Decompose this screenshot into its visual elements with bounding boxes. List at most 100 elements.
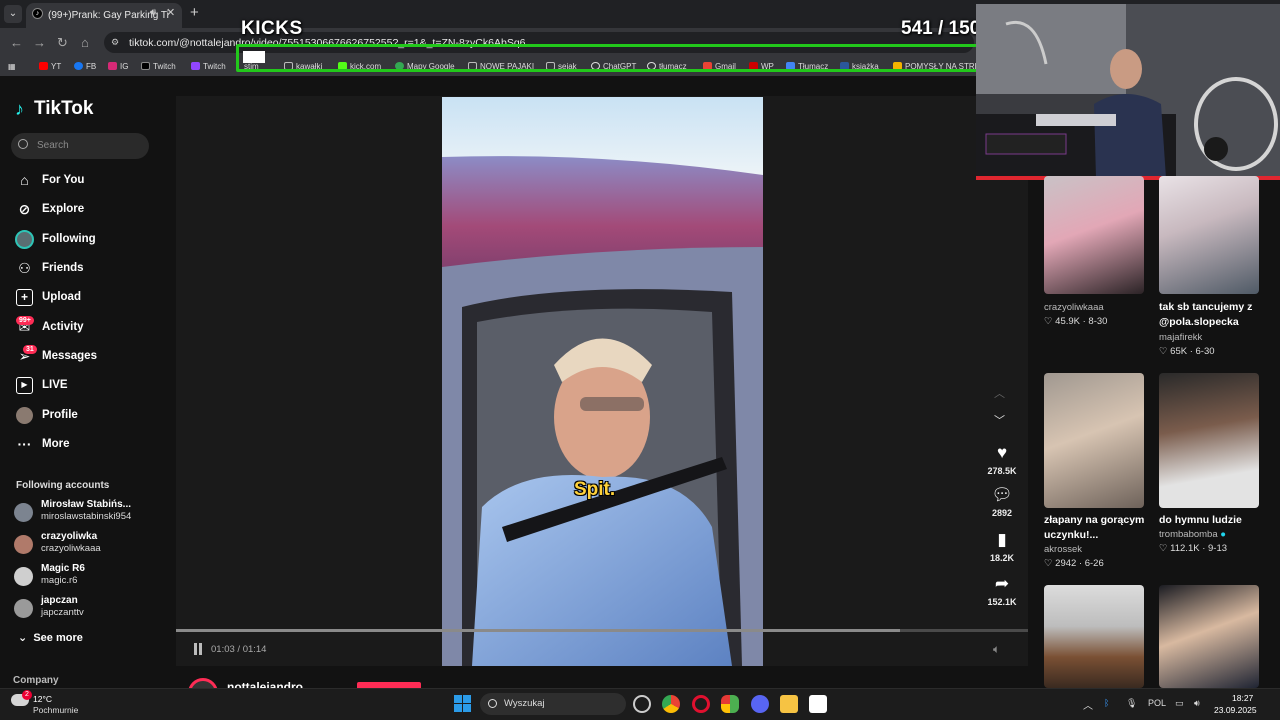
search-input[interactable]: Search bbox=[11, 133, 149, 159]
card-stats: ♡ 112.1K · 9-13 bbox=[1159, 543, 1228, 554]
bluetooth-icon[interactable]: ᛒ bbox=[1104, 698, 1109, 708]
youtube-icon bbox=[39, 62, 48, 70]
opera-icon[interactable] bbox=[692, 695, 710, 713]
nav-messages[interactable]: ➢ 31 Messages bbox=[14, 345, 164, 368]
live-icon: ▶ bbox=[16, 377, 33, 394]
speaker-icon[interactable]: 🔊︎ bbox=[1194, 698, 1200, 709]
stream-overlay-frame bbox=[236, 44, 1018, 72]
like-button[interactable]: ♥ 278.5K bbox=[982, 443, 1022, 476]
avatar bbox=[14, 567, 33, 586]
nav-explore[interactable]: ⊘ Explore bbox=[14, 199, 164, 221]
pause-icon[interactable] bbox=[192, 643, 204, 655]
heart-icon: ♥ bbox=[996, 443, 1008, 462]
card-author[interactable]: trombabomba ● bbox=[1159, 529, 1226, 540]
volume-icon[interactable]: 🔈︎ bbox=[993, 642, 1000, 657]
webcam-overlay bbox=[976, 4, 1280, 178]
nav-more[interactable]: ··· More bbox=[14, 434, 164, 456]
site-info-icon[interactable]: ⚙ bbox=[111, 37, 119, 48]
discord-icon[interactable] bbox=[751, 695, 769, 713]
windows-start-icon[interactable] bbox=[454, 695, 472, 713]
following-account[interactable]: Mirosław Stabińs... miroslawstabinski954 bbox=[14, 499, 164, 529]
chevron-up-icon[interactable]: ︿ bbox=[994, 385, 1005, 401]
card-stats: ♡ 2942 · 6-26 bbox=[1044, 558, 1104, 569]
share-button[interactable]: ➦ 152.1K bbox=[982, 574, 1022, 607]
video-thumbnail bbox=[1159, 176, 1259, 294]
chevron-down-icon[interactable]: ﹀ bbox=[994, 412, 1005, 428]
nav-profile[interactable]: Profile bbox=[14, 405, 164, 427]
bookmark-icon: ▮ bbox=[997, 530, 1007, 549]
close-icon[interactable]: ✕ bbox=[166, 6, 175, 19]
new-tab-button[interactable]: + bbox=[190, 4, 199, 21]
taskbar-clock-date[interactable]: 23.09.2025 bbox=[1214, 705, 1257, 715]
following-accounts-header: Following accounts bbox=[16, 480, 110, 491]
chevron-down-icon[interactable]: ⌄ bbox=[4, 5, 22, 23]
card-stats: ♡ 45.9K · 8-30 bbox=[1044, 316, 1108, 327]
app-icon[interactable] bbox=[809, 695, 827, 713]
chevron-down-icon: ⌄ bbox=[18, 632, 34, 644]
facebook-icon bbox=[74, 62, 83, 70]
language-indicator[interactable]: POL bbox=[1148, 698, 1166, 708]
apps-grid-icon[interactable]: ▦ bbox=[8, 62, 16, 71]
activity-badge: 99+ bbox=[16, 316, 34, 325]
bookmark-yt[interactable]: YT bbox=[39, 62, 61, 71]
upload-icon: + bbox=[16, 289, 33, 306]
card-stats: ♡ 65K · 6-30 bbox=[1159, 346, 1215, 357]
obs-icon[interactable] bbox=[633, 695, 651, 713]
avatar bbox=[14, 535, 33, 554]
search-icon bbox=[488, 699, 497, 708]
following-account[interactable]: japczan japczanttv bbox=[14, 595, 164, 625]
save-button[interactable]: ▮ 18.2K bbox=[982, 530, 1022, 563]
stream-overlay-block bbox=[243, 51, 265, 63]
chevron-up-icon[interactable]: ︿ bbox=[1083, 697, 1093, 712]
bookmark-ig[interactable]: IG bbox=[108, 62, 128, 71]
nav-upload[interactable]: + Upload bbox=[14, 287, 164, 309]
app-icon[interactable] bbox=[721, 695, 739, 713]
forward-icon[interactable]: → bbox=[33, 35, 46, 50]
taskbar-search-input[interactable]: Wyszukaj bbox=[480, 693, 626, 715]
back-icon[interactable]: ← bbox=[10, 35, 23, 50]
weather-temperature[interactable]: 12°C bbox=[33, 694, 52, 704]
speaker-icon[interactable]: 🔊︎ bbox=[150, 7, 156, 18]
webcam-image bbox=[976, 4, 1280, 178]
following-account[interactable]: Magic R6 magic.r6 bbox=[14, 563, 164, 593]
compass-icon: ⊘ bbox=[18, 201, 31, 217]
nav-friends[interactable]: ⚇ Friends bbox=[14, 258, 164, 280]
nav-live[interactable]: ▶ LIVE bbox=[14, 375, 164, 397]
nav-for-you[interactable]: ⌂ For You bbox=[14, 170, 164, 192]
video-frame[interactable] bbox=[442, 97, 763, 666]
network-icon[interactable]: ▭ bbox=[1175, 698, 1184, 709]
bookmark-twitch[interactable]: Twitch bbox=[191, 62, 226, 71]
home-icon: ⌂ bbox=[20, 172, 29, 188]
reload-icon[interactable]: ↻ bbox=[57, 35, 68, 51]
comment-button[interactable]: 💬︎ 2892 bbox=[982, 485, 1022, 518]
following-account[interactable]: crazyoliwka crazyoliwkaaa bbox=[14, 531, 164, 561]
company-link[interactable]: Company bbox=[13, 675, 59, 686]
bookmark-fb[interactable]: FB bbox=[74, 62, 96, 71]
nav-following[interactable]: Following bbox=[14, 229, 164, 251]
chrome-icon[interactable] bbox=[662, 695, 680, 713]
messages-badge: 31 bbox=[23, 345, 37, 354]
card-author[interactable]: crazyoliwkaaa bbox=[1044, 302, 1104, 313]
video-subtitle: Spit. bbox=[574, 479, 616, 500]
home-icon[interactable]: ⌂ bbox=[81, 35, 89, 50]
tiktok-logo[interactable]: TikTok bbox=[34, 98, 93, 120]
nav-activity[interactable]: ✉ 99+ Activity bbox=[14, 316, 164, 339]
microphone-icon[interactable]: 🎙︎ bbox=[1126, 698, 1137, 709]
bookmark-x[interactable]: Twitch bbox=[141, 62, 176, 71]
avatar-icon bbox=[15, 230, 34, 249]
taskbar-clock-time[interactable]: 18:27 bbox=[1232, 693, 1253, 703]
card-author[interactable]: majafirekk bbox=[1159, 332, 1202, 343]
verified-icon: ● bbox=[1220, 529, 1227, 540]
weather-description[interactable]: Pochmurnie bbox=[33, 705, 78, 715]
file-explorer-icon[interactable] bbox=[780, 695, 798, 713]
video-image bbox=[442, 97, 763, 666]
card-author[interactable]: akrossek bbox=[1044, 544, 1082, 555]
browser-tab[interactable]: (99+)Prank: Gay Parking Ti bbox=[26, 3, 182, 28]
video-thumbnail bbox=[1044, 176, 1144, 294]
video-progress-fill[interactable] bbox=[176, 629, 901, 632]
see-more-button[interactable]: ⌄ See more bbox=[18, 631, 83, 644]
tiktok-logo-icon: ♪ bbox=[15, 99, 24, 119]
stream-overlay-title: KICKS bbox=[241, 18, 303, 39]
video-thumbnail bbox=[1044, 373, 1144, 508]
search-icon bbox=[18, 139, 28, 149]
